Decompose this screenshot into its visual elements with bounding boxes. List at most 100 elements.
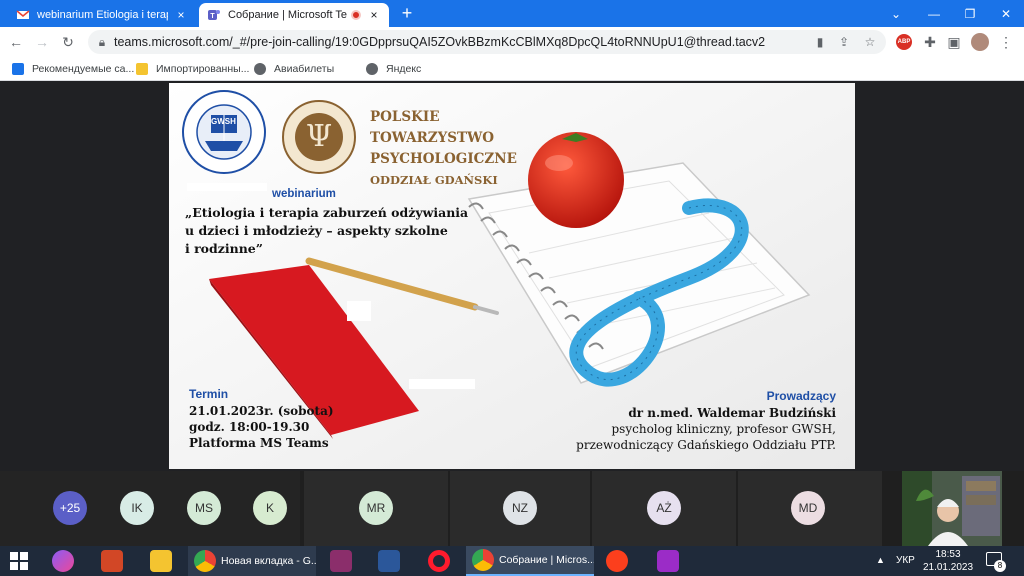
teams-meeting-stage: GWSH Ψ POLSKIE TOWARZYSTWO PSYCHOLOGICZN… — [0, 81, 1024, 546]
tab-webinarium[interactable]: webinarium Etiologia i terapia za × — [8, 3, 196, 27]
language-indicator[interactable]: УКР — [896, 555, 915, 566]
participant-avatar[interactable]: MD — [791, 491, 825, 525]
taskbar-pdf[interactable] — [657, 548, 679, 574]
teams-icon: T — [207, 8, 221, 22]
windows-taskbar: Новая вкладка - G... Собрание | Micros..… — [0, 546, 1024, 576]
participant-strip: +25 IK MS K MR NZ AŻ MD — [0, 471, 1024, 546]
taskbar-chrome-newtab[interactable]: Новая вкладка - G... — [188, 546, 316, 576]
taskbar-powerpoint[interactable] — [101, 548, 123, 574]
term-line: godz. 18:00-19.30 — [189, 420, 310, 434]
participant-avatar[interactable]: K — [253, 491, 287, 525]
title-line: u dzieci i młodzieży – aspekty szkolne — [185, 223, 448, 238]
clock-time: 18:53 — [935, 549, 961, 560]
bookmark-label: Импортированны... — [156, 63, 250, 75]
bookmark-label: Авиабилеты — [274, 63, 335, 75]
tab-title: Собрание | Microsoft Teams — [228, 9, 347, 21]
taskbar-archiver[interactable] — [330, 548, 352, 574]
participant-avatar[interactable]: MR — [359, 491, 393, 525]
taskbar-yandex[interactable] — [606, 548, 628, 574]
bookmark-imported[interactable]: Импортированны... — [136, 61, 249, 77]
clock-date: 21.01.2023 — [922, 562, 974, 573]
task-label: Собрание | Micros... — [499, 554, 594, 566]
restore-button[interactable]: ❐ — [952, 0, 988, 27]
share-icon[interactable]: ⇪ — [836, 34, 852, 50]
term-label: Termin — [189, 387, 229, 401]
tab-close-button[interactable]: × — [174, 8, 188, 22]
gmail-icon — [16, 8, 30, 22]
shared-presentation-slide: GWSH Ψ POLSKIE TOWARZYSTWO PSYCHOLOGICZN… — [169, 83, 855, 469]
participant-avatar[interactable]: IK — [120, 491, 154, 525]
host-label: Prowadzący — [766, 389, 836, 403]
host-line: dr n.med. Waldemar Budziński — [628, 406, 836, 420]
address-bar[interactable]: 🔒︎ teams.microsoft.com/_#/pre-join-calli… — [88, 30, 886, 54]
winrar-icon — [330, 550, 352, 572]
org-line: TOWARZYSTWO — [370, 130, 495, 146]
reload-button[interactable]: ↻ — [58, 32, 78, 52]
bookmark-yandex[interactable]: Яндекс — [366, 61, 421, 77]
extensions-icon[interactable]: ✚ — [920, 32, 940, 52]
tab-close-button[interactable]: × — [367, 8, 381, 22]
start-button[interactable] — [8, 548, 30, 574]
word-icon — [378, 550, 400, 572]
folder-icon — [150, 550, 172, 572]
close-window-button[interactable]: ✕ — [988, 0, 1024, 27]
gwsh-logo: GWSH — [181, 89, 267, 175]
minimize-button[interactable]: — — [916, 0, 952, 27]
browser-tab-bar: webinarium Etiologia i terapia za × T Со… — [0, 0, 1024, 27]
participant-avatar[interactable]: MS — [187, 491, 221, 525]
pdf-icon — [657, 550, 679, 572]
tab-search-icon[interactable]: ⌄ — [876, 0, 916, 27]
more-participants-avatar[interactable]: +25 — [53, 491, 87, 525]
alice-assistant-button[interactable] — [52, 548, 74, 574]
term-line: 21.01.2023r. (sobota) — [189, 404, 334, 418]
forward-button[interactable]: → — [32, 32, 52, 52]
clock[interactable]: 18:53 21.01.2023 — [920, 548, 976, 574]
tab-teams[interactable]: T Собрание | Microsoft Teams × — [199, 3, 389, 27]
bookmark-label: Яндекс — [386, 63, 422, 75]
url-text[interactable]: teams.microsoft.com/_#/pre-join-calling/… — [114, 35, 765, 49]
yandex-icon — [606, 550, 628, 572]
adblock-extension-icon[interactable]: ABP — [896, 34, 912, 50]
participant-avatar[interactable]: AŻ — [647, 491, 681, 525]
title-line: „Etiologia i terapia zaburzeń odżywiania — [185, 205, 469, 220]
folder-icon — [136, 63, 148, 75]
notification-count-badge: 8 — [994, 560, 1006, 572]
bookmark-recommended[interactable]: Рекомендуемые са... — [12, 61, 134, 77]
menu-icon[interactable]: ⋮ — [996, 32, 1016, 52]
svg-text:T: T — [210, 13, 215, 20]
webinar-title: „Etiologia i terapia zaburzeń odżywiania… — [185, 204, 468, 258]
new-tab-button[interactable]: + — [398, 4, 416, 22]
taskbar-opera[interactable] — [428, 548, 450, 574]
bookmark-label: Рекомендуемые са... — [32, 63, 135, 75]
host-line: przewodniczący Gdańskiego Oddziału PTP. — [576, 438, 836, 452]
opera-icon — [428, 550, 450, 572]
bookmarks-bar: Рекомендуемые са... Импортированны... Ав… — [0, 57, 1024, 81]
recording-icon — [351, 10, 361, 20]
term-line: Platforma MS Teams — [189, 436, 329, 450]
tray-overflow-icon[interactable]: ▲ — [876, 555, 885, 565]
org-line: POLSKIE — [370, 109, 440, 125]
taskbar-file-explorer[interactable] — [150, 548, 172, 574]
participant-avatar[interactable]: NZ — [503, 491, 537, 525]
ptp-logo: Ψ — [281, 99, 357, 175]
back-button[interactable]: ← — [6, 32, 26, 52]
powerpoint-icon — [101, 550, 123, 572]
side-panel-icon[interactable]: ▣ — [944, 32, 964, 52]
host-details: dr n.med. Waldemar Budziński psycholog k… — [576, 405, 836, 453]
globe-icon — [366, 63, 378, 75]
profile-avatar[interactable] — [971, 33, 989, 51]
taskbar-chrome-teams[interactable]: Собрание | Micros... — [466, 546, 594, 576]
bookmark-flights[interactable]: Авиабилеты — [254, 61, 334, 77]
title-line: i rodzinne” — [185, 241, 263, 256]
task-label: Новая вкладка - G... — [221, 555, 316, 567]
bookmark-star-icon[interactable]: ☆ — [862, 34, 878, 50]
bing-icon — [12, 63, 24, 75]
chrome-icon — [194, 550, 216, 572]
camera-icon[interactable]: ▮ — [812, 34, 828, 50]
windows-icon — [10, 552, 28, 570]
org-line: ODDZIAŁ GDAŃSKI — [370, 173, 498, 187]
lock-icon[interactable]: 🔒︎ — [94, 34, 110, 50]
term-details: 21.01.2023r. (sobota) godz. 18:00-19.30 … — [189, 403, 334, 451]
taskbar-word[interactable] — [378, 548, 400, 574]
self-video-feed — [902, 471, 1002, 546]
